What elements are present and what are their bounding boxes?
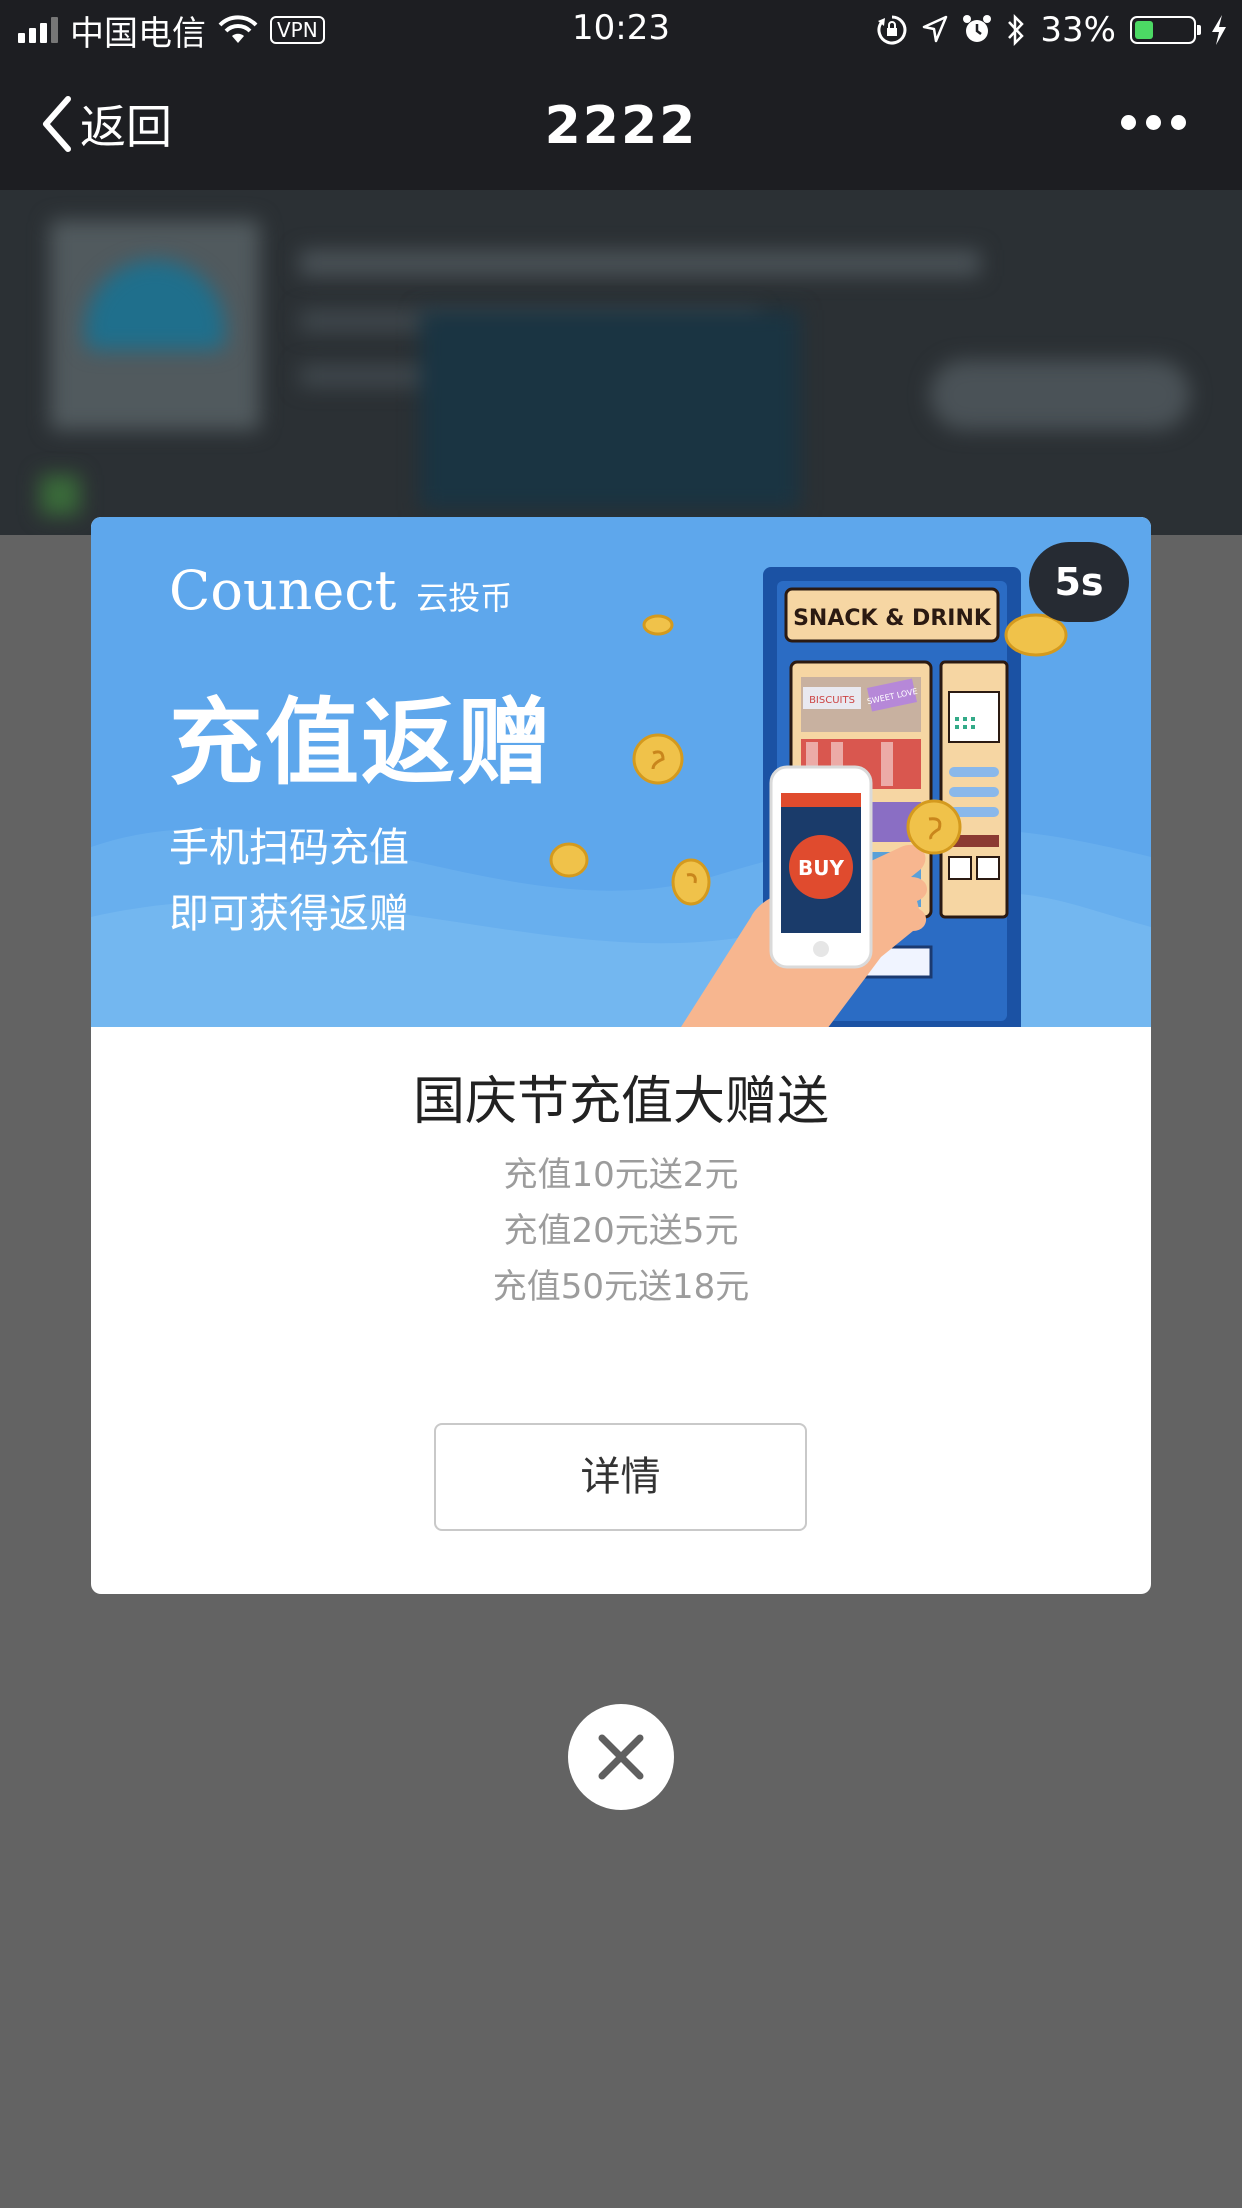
promo-title: 国庆节充值大赠送 (412, 1072, 829, 1132)
battery-fill (1135, 21, 1154, 39)
nav-bar: 返回 2222 (0, 60, 1242, 190)
charging-icon (1212, 15, 1226, 45)
banner-subtitle-line: 手机扫码充值 (169, 825, 409, 871)
biscuits-label: BISCUITS (809, 695, 855, 706)
banner-subtitle-line: 即可获得返赠 (169, 891, 409, 937)
banner-headline: 充值返赠 (169, 689, 554, 798)
location-icon (923, 15, 948, 43)
buy-label: BUY (798, 856, 844, 880)
page-title: 2222 (544, 96, 698, 156)
close-button[interactable] (568, 1704, 674, 1810)
lock-rotation-icon (877, 15, 907, 45)
promo-list: 充值10元送2元 充值20元送5元 充值50元送18元 (91, 1147, 1151, 1315)
status-right: 33% (876, 8, 1228, 52)
machine-sign: SNACK & DRINK (793, 606, 992, 631)
logo-brand: Counect (169, 559, 397, 622)
battery-icon (1130, 16, 1201, 44)
promo-line: 充值10元送2元 (503, 1155, 739, 1195)
more-icon[interactable] (1121, 115, 1186, 130)
logo-cn: 云投币 (416, 579, 513, 617)
background-page (0, 190, 1242, 535)
countdown-badge[interactable]: 5s (1029, 542, 1129, 622)
status-bar: 中国电信 VPN 10:23 33% (0, 0, 1242, 60)
close-icon (598, 1734, 644, 1780)
bluetooth-icon (1008, 13, 1025, 47)
promo-banner[interactable]: SNACK & DRINK BISCUITS SWEET LOVE BUY Co… (91, 517, 1151, 1027)
details-button[interactable]: 详情 (434, 1423, 807, 1531)
promo-modal: SNACK & DRINK BISCUITS SWEET LOVE BUY Co… (91, 517, 1151, 1594)
battery-percent: 33% (1040, 10, 1116, 50)
banner-subtitle: 手机扫码充值 即可获得返赠 (169, 815, 409, 947)
alarm-icon (963, 15, 992, 42)
promo-line: 充值50元送18元 (492, 1267, 750, 1307)
brand-logo: Counect 云投币 (169, 559, 512, 622)
promo-line: 充值20元送5元 (503, 1211, 739, 1251)
